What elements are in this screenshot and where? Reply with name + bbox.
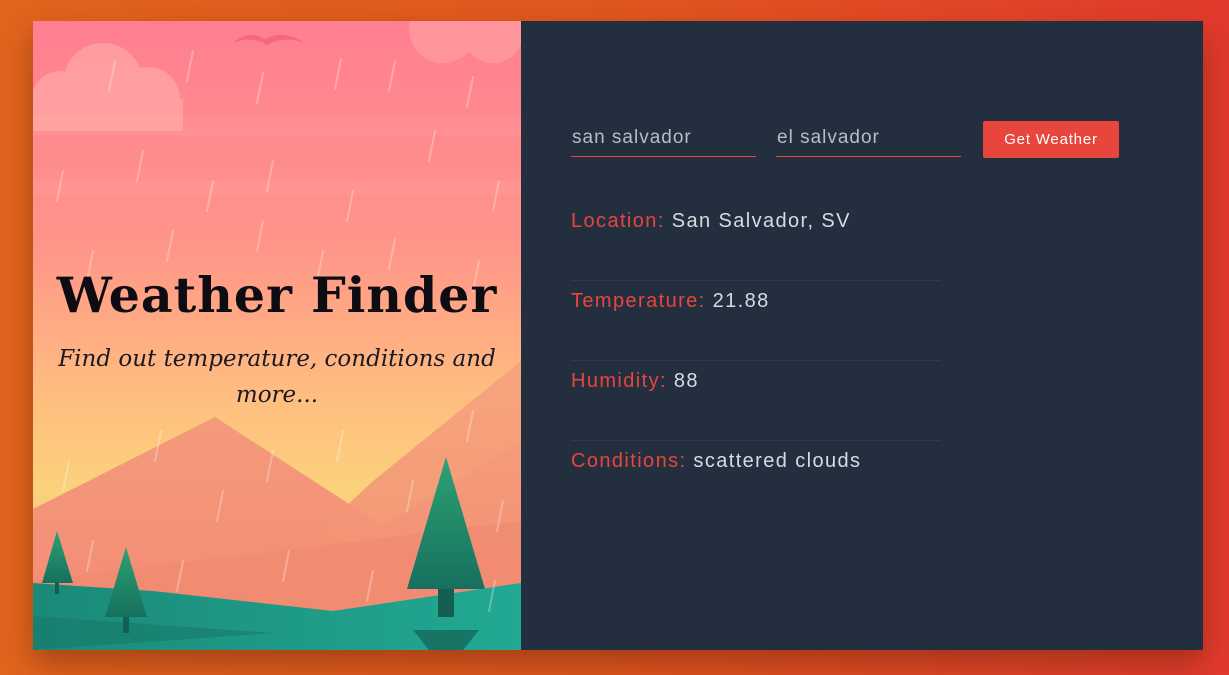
country-input[interactable] — [776, 121, 961, 157]
conditions-label: Conditions: — [571, 450, 694, 472]
temperature-row: Temperature: 21.88 — [571, 281, 941, 361]
humidity-label: Humidity: — [571, 370, 674, 392]
location-row: Location: San Salvador, SV — [571, 201, 941, 281]
humidity-row: Humidity: 88 — [571, 361, 941, 441]
location-value: San Salvador, SV — [671, 210, 851, 232]
temperature-value: 21.88 — [712, 290, 770, 312]
page-subtitle: Find out temperature, conditions and mor… — [58, 346, 496, 408]
page-title: Weather Finder — [56, 266, 498, 324]
hero-panel: Weather Finder Find out temperature, con… — [33, 21, 521, 650]
temperature-label: Temperature: — [571, 290, 713, 312]
city-input[interactable] — [571, 121, 756, 157]
humidity-value: 88 — [673, 370, 699, 392]
conditions-value: scattered clouds — [693, 450, 862, 472]
weather-results: Location: San Salvador, SV Temperature: … — [571, 201, 941, 521]
location-label: Location: — [571, 210, 672, 232]
hero-text: Weather Finder Find out temperature, con… — [33, 263, 521, 413]
weather-form: Get Weather — [571, 121, 1119, 158]
conditions-row: Conditions: scattered clouds — [571, 441, 941, 521]
app-window: Weather Finder Find out temperature, con… — [33, 21, 1203, 650]
weather-panel: Get Weather Location: San Salvador, SV T… — [521, 21, 1203, 650]
get-weather-button[interactable]: Get Weather — [983, 121, 1119, 158]
